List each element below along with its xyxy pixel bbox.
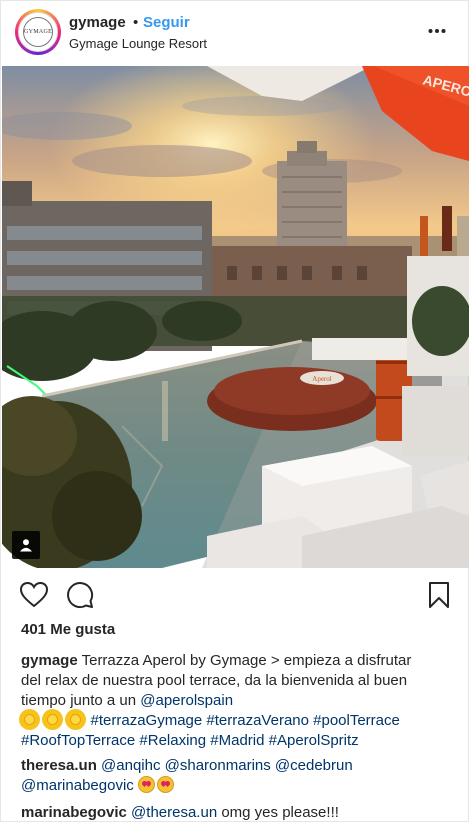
tagged-users-button[interactable]: [12, 531, 40, 559]
action-bar: [1, 576, 468, 616]
mention-link[interactable]: @sharonmarins: [165, 757, 271, 774]
comment-item: theresa.un @anqihc @sharonmarins @cedebr…: [21, 756, 461, 796]
mention-aperolspain[interactable]: @aperolspain: [140, 692, 233, 709]
hashtags-line-2[interactable]: #RoofTopTerrace #Relaxing #Madrid #Apero…: [21, 732, 359, 749]
sun-emoji-icon: [44, 711, 62, 728]
instagram-post: GYMAGE gymage • Seguir Gymage Lounge Res…: [0, 0, 469, 822]
sun-emoji-icon: [21, 711, 38, 728]
more-dots-icon: [428, 29, 446, 33]
location-link[interactable]: Gymage Lounge Resort: [69, 36, 207, 51]
likes-count[interactable]: 401 Me gusta: [21, 621, 115, 638]
mention-link[interactable]: @anqihc: [101, 757, 160, 774]
heart-icon: [20, 582, 48, 608]
caption-text-1: Terrazza Aperol by Gymage > empieza a di…: [77, 652, 412, 669]
comment-username[interactable]: marinabegovic: [21, 804, 127, 821]
caption-line-2: del relax de nuestra pool terrace, da la…: [21, 672, 408, 689]
comment-bubble-icon: [67, 582, 94, 609]
post-caption: gymage Terrazza Aperol by Gymage > empie…: [21, 651, 461, 751]
mention-link[interactable]: @marinabegovic: [21, 777, 134, 794]
caption-line-1: gymage Terrazza Aperol by Gymage > empie…: [21, 651, 461, 671]
cushion-logo: Aperol: [312, 375, 331, 383]
comment-text: omg yes please!!!: [217, 804, 339, 821]
heart-eyes-emoji-icon: [156, 776, 174, 793]
post-photo[interactable]: Aperol: [2, 66, 469, 568]
header-username[interactable]: gymage: [69, 14, 126, 31]
comment-username[interactable]: theresa.un: [21, 757, 97, 774]
mention-link[interactable]: @cedebrun: [275, 757, 353, 774]
caption-text-3: tiempo junto a un: [21, 692, 141, 709]
avatar-logo: GYMAGE: [23, 17, 53, 47]
caption-line-5: #RoofTopTerrace #Relaxing #Madrid #Apero…: [21, 731, 461, 751]
comment-button[interactable]: [65, 580, 95, 610]
bookmark-icon: [429, 582, 449, 608]
heart-eyes-emoji-icon: [137, 776, 155, 793]
avatar[interactable]: GYMAGE: [15, 9, 61, 55]
avatar-image: GYMAGE: [18, 12, 58, 52]
caption-username[interactable]: gymage: [21, 652, 78, 669]
sun-emoji-icon: [67, 711, 85, 728]
like-button[interactable]: [19, 580, 49, 610]
rooftop-pool-scene: Aperol: [2, 66, 469, 568]
more-options-button[interactable]: [425, 19, 449, 43]
header-separator: •: [133, 14, 139, 31]
hashtags-line-1[interactable]: #terrazaGymage #terrazaVerano #poolTerra…: [91, 712, 400, 729]
mention-link[interactable]: @theresa.un: [131, 804, 217, 821]
user-tag-icon: [20, 539, 32, 552]
caption-line-4: #terrazaGymage #terrazaVerano #poolTerra…: [21, 711, 461, 731]
save-button[interactable]: [424, 580, 454, 610]
follow-button[interactable]: Seguir: [143, 14, 190, 31]
caption-line-3: tiempo junto a un @aperolspain: [21, 691, 461, 711]
comment-item: marinabegovic @theresa.un omg yes please…: [21, 803, 461, 822]
post-header: GYMAGE gymage • Seguir Gymage Lounge Res…: [1, 1, 468, 65]
